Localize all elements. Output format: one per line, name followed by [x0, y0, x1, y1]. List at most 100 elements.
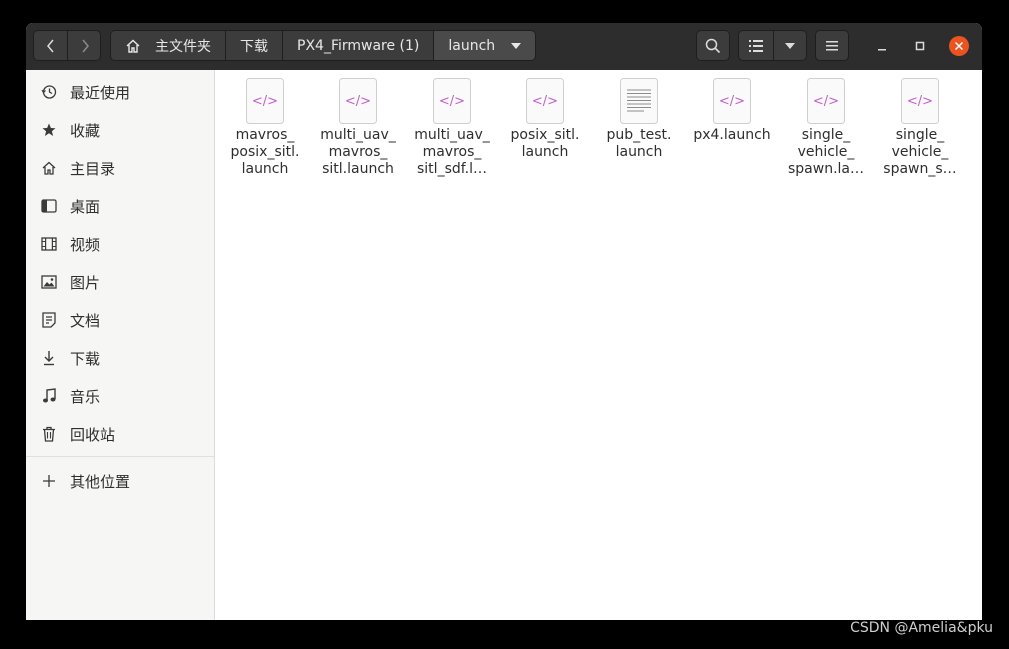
- xml-file-icon: </>: [433, 78, 471, 124]
- sidebar-item-home[interactable]: 主目录: [26, 150, 214, 186]
- menu-button[interactable]: [815, 30, 849, 61]
- file-item[interactable]: </> multi_uav_ mavros_ sitl_sdf.l…: [407, 78, 497, 178]
- xml-file-icon: </>: [901, 78, 939, 124]
- breadcrumb-home[interactable]: 主文件夹: [111, 31, 226, 60]
- sidebar-item-label: 桌面: [70, 197, 101, 216]
- sidebar-item-label: 收藏: [70, 121, 101, 140]
- sidebar-item-documents[interactable]: 文档: [26, 302, 214, 338]
- back-button[interactable]: [34, 31, 68, 60]
- sidebar-item-videos[interactable]: 视频: [26, 226, 214, 262]
- dropdown-arrow-icon: [511, 42, 522, 49]
- svg-text:</>: </>: [345, 94, 371, 109]
- sidebar-item-starred[interactable]: 收藏: [26, 112, 214, 148]
- breadcrumb-px4-firmware[interactable]: PX4_Firmware (1): [283, 31, 435, 60]
- file-item[interactable]: pub_test. launch: [594, 78, 684, 161]
- minimize-icon: [878, 49, 886, 51]
- sidebar-item-label: 主目录: [70, 159, 116, 178]
- sidebar-item-desktop[interactable]: 桌面: [26, 188, 214, 224]
- xml-file-icon: </>: [807, 78, 845, 124]
- sidebar-item-recent[interactable]: 最近使用: [26, 74, 214, 110]
- file-item[interactable]: </> px4.launch: [687, 78, 777, 144]
- breadcrumb-launch[interactable]: launch: [434, 31, 536, 60]
- navigation-buttons: [33, 30, 101, 61]
- file-item[interactable]: </> single_ vehicle_ spawn_s…: [875, 78, 965, 178]
- file-grid: </> mavros_ posix_sitl. launch </> multi…: [215, 70, 982, 620]
- watermark: CSDN @Amelia&pku: [850, 620, 993, 636]
- list-view-icon: [749, 39, 763, 52]
- file-name: single_ vehicle_ spawn.la…: [787, 127, 864, 177]
- forward-button[interactable]: [68, 31, 101, 60]
- close-button[interactable]: [949, 36, 969, 56]
- svg-text:</>: </>: [907, 94, 933, 109]
- home-icon: [39, 158, 59, 178]
- svg-text:</>: </>: [532, 94, 558, 109]
- file-item[interactable]: </> posix_sitl. launch: [500, 78, 590, 161]
- sidebar-item-label: 文档: [70, 311, 101, 330]
- file-item[interactable]: </> mavros_ posix_sitl. launch: [220, 78, 310, 178]
- file-name: posix_sitl. launch: [510, 127, 580, 160]
- xml-file-icon: </>: [339, 78, 377, 124]
- svg-text:</>: </>: [439, 94, 465, 109]
- svg-text:</>: </>: [252, 94, 278, 109]
- header-bar: 主文件夹 下载 PX4_Firmware (1) launch: [26, 23, 982, 71]
- file-name: pub_test. launch: [606, 127, 672, 160]
- desktop-icon: [39, 196, 59, 216]
- file-name: multi_uav_ mavros_ sitl_sdf.l…: [414, 127, 490, 177]
- view-list-button[interactable]: [738, 30, 774, 61]
- breadcrumb: 主文件夹 下载 PX4_Firmware (1) launch: [110, 30, 537, 61]
- maximize-button[interactable]: [909, 35, 931, 57]
- sidebar-item-pictures[interactable]: 图片: [26, 264, 214, 300]
- file-name: px4.launch: [693, 127, 771, 143]
- sidebar-item-trash[interactable]: 回收站: [26, 416, 214, 452]
- sidebar-item-label: 回收站: [70, 425, 116, 444]
- sidebar-item-label: 下载: [70, 349, 101, 368]
- sidebar-item-label: 音乐: [70, 387, 101, 406]
- breadcrumb-label: launch: [448, 37, 496, 54]
- search-button[interactable]: [696, 30, 730, 61]
- sidebar-item-music[interactable]: 音乐: [26, 378, 214, 414]
- text-file-icon: [620, 78, 658, 124]
- trash-icon: [39, 424, 59, 444]
- document-icon: [39, 310, 59, 330]
- sidebar-divider: [26, 456, 214, 457]
- chevron-down-icon: [785, 42, 795, 49]
- maximize-icon: [915, 41, 925, 51]
- xml-file-icon: </>: [713, 78, 751, 124]
- breadcrumb-label: PX4_Firmware (1): [297, 37, 420, 54]
- breadcrumb-label: 下载: [240, 38, 268, 55]
- search-icon: [705, 38, 721, 53]
- download-icon: [39, 348, 59, 368]
- plus-icon: [39, 471, 59, 491]
- picture-icon: [39, 272, 59, 292]
- close-icon: [955, 42, 963, 50]
- sidebar: 最近使用 收藏 主目录 桌面 视频 图片 文档 下载 音乐 回收站 其他位置: [26, 70, 215, 620]
- file-name: mavros_ posix_sitl. launch: [230, 127, 300, 177]
- file-name: single_ vehicle_ spawn_s…: [883, 127, 957, 177]
- sidebar-item-label: 视频: [70, 235, 101, 254]
- chevron-right-icon: [81, 39, 89, 52]
- home-icon: [125, 38, 141, 54]
- file-name: multi_uav_ mavros_ sitl.launch: [320, 127, 396, 177]
- view-options-button[interactable]: [773, 30, 807, 61]
- xml-file-icon: </>: [246, 78, 284, 124]
- sidebar-item-label: 其他位置: [70, 472, 131, 491]
- file-manager-window: 主文件夹 下载 PX4_Firmware (1) launch 最近使用 收藏 …: [26, 23, 982, 620]
- sidebar-item-label: 最近使用: [70, 83, 131, 102]
- file-item[interactable]: </> multi_uav_ mavros_ sitl.launch: [313, 78, 403, 178]
- star-icon: [39, 120, 59, 140]
- music-icon: [39, 386, 59, 406]
- svg-text:</>: </>: [813, 94, 839, 109]
- svg-text:</>: </>: [719, 94, 745, 109]
- sidebar-item-label: 图片: [70, 273, 101, 292]
- breadcrumb-label: 主文件夹: [155, 38, 211, 55]
- hamburger-menu-icon: [826, 40, 838, 50]
- video-icon: [39, 234, 59, 254]
- sidebar-item-other-locations[interactable]: 其他位置: [26, 463, 214, 499]
- chevron-left-icon: [46, 39, 54, 52]
- minimize-button[interactable]: [871, 35, 893, 57]
- sidebar-item-downloads[interactable]: 下载: [26, 340, 214, 376]
- file-item[interactable]: </> single_ vehicle_ spawn.la…: [781, 78, 871, 178]
- xml-file-icon: </>: [526, 78, 564, 124]
- breadcrumb-downloads[interactable]: 下载: [226, 31, 283, 60]
- recent-icon: [39, 82, 59, 102]
